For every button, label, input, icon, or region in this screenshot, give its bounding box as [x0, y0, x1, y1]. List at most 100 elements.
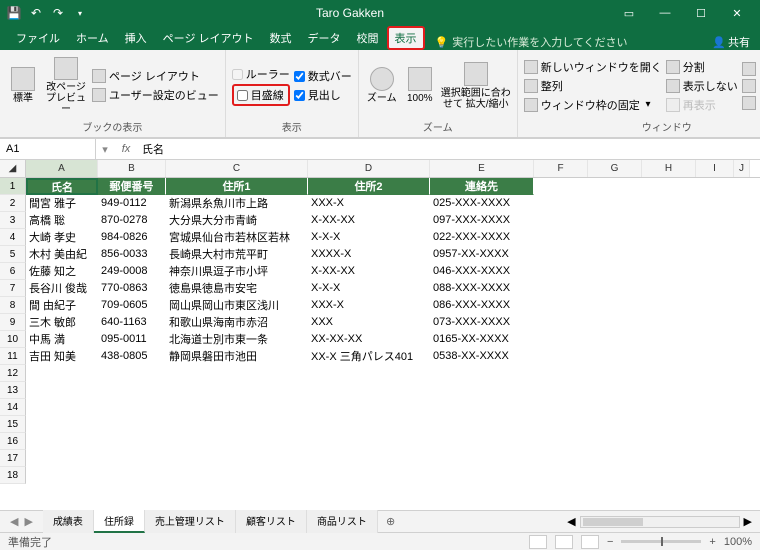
formula-bar[interactable]: 氏名 [138, 141, 760, 157]
cell[interactable] [430, 450, 534, 467]
cell[interactable] [734, 280, 750, 297]
cell[interactable] [26, 450, 98, 467]
name-box-dropdown-icon[interactable]: ▾ [96, 143, 114, 156]
row-header[interactable]: 12 [0, 365, 26, 382]
cell[interactable]: XX-X 三角パレス401 [308, 348, 430, 365]
cell[interactable]: 709-0605 [98, 297, 166, 314]
col-header-D[interactable]: D [308, 160, 430, 177]
cell[interactable] [26, 399, 98, 416]
row-header[interactable]: 18 [0, 467, 26, 484]
row-header[interactable]: 9 [0, 314, 26, 331]
cell[interactable] [642, 450, 696, 467]
cell[interactable] [308, 382, 430, 399]
zoom-button[interactable]: ズーム [365, 57, 399, 115]
cell[interactable]: 640-1163 [98, 314, 166, 331]
cell[interactable] [588, 399, 642, 416]
cell[interactable]: 徳島県徳島市安宅 [166, 280, 308, 297]
cell[interactable] [166, 433, 308, 450]
row-header[interactable]: 8 [0, 297, 26, 314]
cell[interactable]: 949-0112 [98, 195, 166, 212]
cell[interactable] [430, 399, 534, 416]
cell[interactable] [534, 450, 588, 467]
cell[interactable] [696, 331, 734, 348]
cell[interactable] [734, 246, 750, 263]
cell[interactable] [534, 246, 588, 263]
freeze-panes-button[interactable]: ウィンドウ枠の固定 ▾ [524, 97, 662, 113]
cell[interactable] [588, 212, 642, 229]
ruler-checkbox[interactable]: ルーラー [232, 66, 290, 82]
col-header-J[interactable]: J [734, 160, 750, 177]
cell[interactable] [696, 246, 734, 263]
cell[interactable] [534, 229, 588, 246]
row-header[interactable]: 17 [0, 450, 26, 467]
cell[interactable] [696, 399, 734, 416]
cell[interactable]: 間宮 雅子 [26, 195, 98, 212]
customize-qat-icon[interactable]: ▾ [72, 5, 88, 21]
hide-button[interactable]: 表示しない [666, 78, 738, 94]
normal-view-icon[interactable] [529, 535, 547, 549]
cell[interactable]: XX-XX-XX [308, 331, 430, 348]
cell[interactable] [588, 348, 642, 365]
tab-review[interactable]: 校閲 [349, 26, 387, 50]
cell[interactable]: 住所2 [308, 178, 430, 195]
cell[interactable] [642, 382, 696, 399]
cell[interactable] [588, 365, 642, 382]
cell[interactable] [588, 229, 642, 246]
sheet-tab[interactable]: 成績表 [43, 510, 94, 533]
view-side-by-side-button[interactable] [742, 62, 756, 76]
row-header[interactable]: 14 [0, 399, 26, 416]
cell[interactable]: 025-XXX-XXXX [430, 195, 534, 212]
tab-page-layout[interactable]: ページ レイアウト [155, 26, 262, 50]
page-break-preview-button[interactable]: 改ページ プレビュー [44, 57, 88, 115]
cell[interactable] [642, 433, 696, 450]
cell[interactable]: 宮城県仙台市若林区若林 [166, 229, 308, 246]
cell[interactable] [166, 467, 308, 484]
cell[interactable] [534, 195, 588, 212]
cell[interactable] [588, 467, 642, 484]
cell[interactable] [642, 314, 696, 331]
normal-view-button[interactable]: 標準 [6, 57, 40, 115]
row-header[interactable]: 6 [0, 263, 26, 280]
save-icon[interactable]: 💾 [6, 5, 22, 21]
cell[interactable]: 神奈川県逗子市小坪 [166, 263, 308, 280]
cell[interactable] [534, 314, 588, 331]
cell[interactable] [588, 263, 642, 280]
zoom-100-button[interactable]: 100% [403, 57, 437, 115]
cell[interactable] [588, 331, 642, 348]
cell[interactable] [26, 433, 98, 450]
cell[interactable] [642, 280, 696, 297]
cell[interactable] [734, 348, 750, 365]
cell[interactable] [98, 416, 166, 433]
cell[interactable] [734, 365, 750, 382]
cell[interactable]: X-XX-XX [308, 263, 430, 280]
cell[interactable] [696, 195, 734, 212]
col-header-E[interactable]: E [430, 160, 534, 177]
row-header[interactable]: 2 [0, 195, 26, 212]
col-header-C[interactable]: C [166, 160, 308, 177]
zoom-out-icon[interactable]: − [607, 536, 613, 548]
fx-icon[interactable]: fx [114, 143, 138, 155]
row-header[interactable]: 4 [0, 229, 26, 246]
sheet-tab[interactable]: 商品リスト [307, 510, 378, 533]
cell[interactable]: 和歌山県海南市赤沼 [166, 314, 308, 331]
worksheet[interactable]: ◢ A B C D E F G H I J 1氏名郵便番号住所1住所2連絡先2間… [0, 160, 760, 510]
cell[interactable]: 088-XXX-XXXX [430, 280, 534, 297]
tab-file[interactable]: ファイル [8, 26, 68, 50]
cell[interactable] [734, 399, 750, 416]
cell[interactable] [534, 433, 588, 450]
cell[interactable] [308, 433, 430, 450]
cell[interactable] [696, 382, 734, 399]
cell[interactable] [696, 212, 734, 229]
cell[interactable] [642, 348, 696, 365]
cell[interactable] [642, 229, 696, 246]
cell[interactable] [26, 416, 98, 433]
row-header[interactable]: 1 [0, 178, 26, 195]
cell[interactable] [308, 450, 430, 467]
cell[interactable] [696, 348, 734, 365]
row-header[interactable]: 3 [0, 212, 26, 229]
cell[interactable] [734, 314, 750, 331]
zoom-level[interactable]: 100% [724, 536, 752, 548]
reset-position-button[interactable] [742, 96, 756, 110]
sheet-tab[interactable]: 住所録 [94, 510, 145, 533]
cell[interactable]: 870-0278 [98, 212, 166, 229]
